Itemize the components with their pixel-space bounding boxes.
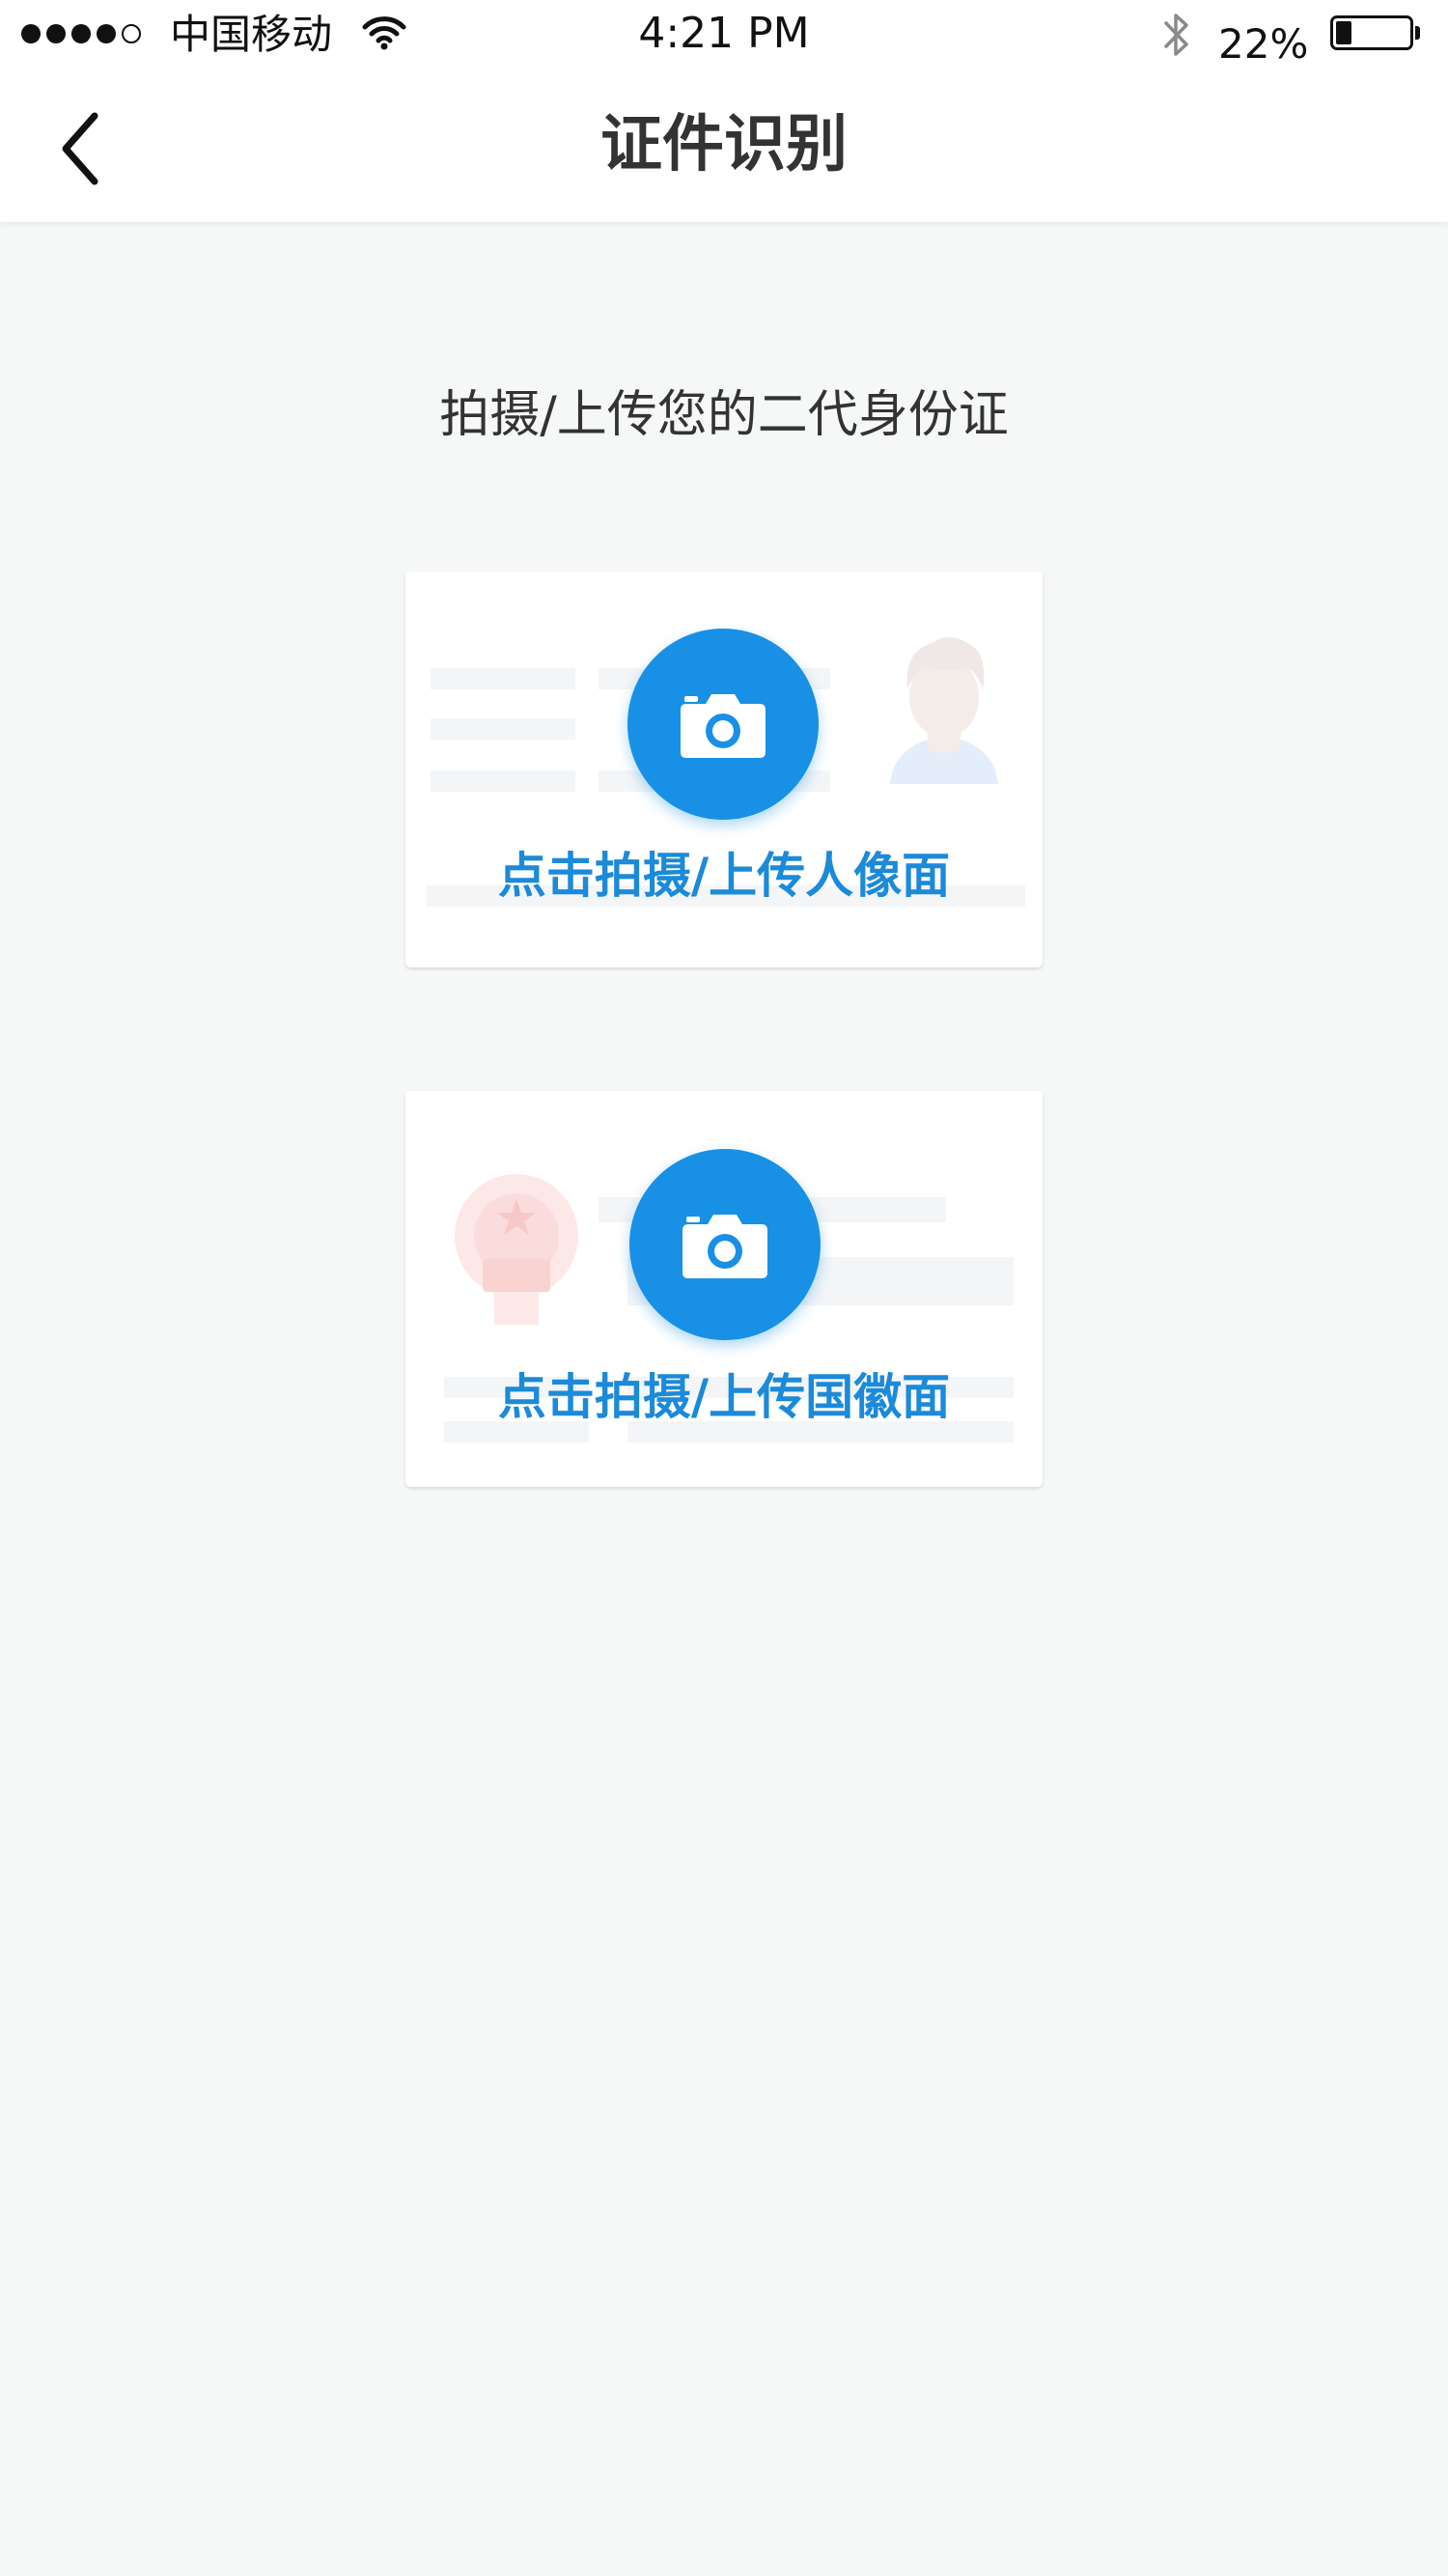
national-emblem-icon [455, 1174, 578, 1325]
instruction-text: 拍摄/上传您的二代身份证 [439, 386, 1009, 444]
portrait-avatar-icon [890, 637, 998, 784]
upload-portrait-label: 点击拍摄/上传人像面 [497, 848, 951, 904]
battery-icon [1330, 15, 1413, 50]
camera-button-portrait[interactable] [627, 629, 819, 820]
navigation-bar: 证件识别 [0, 68, 1448, 222]
battery-percent: 22% [1218, 20, 1309, 68]
upload-emblem-side-card[interactable]: 点击拍摄/上传国徽面 [405, 1091, 1043, 1487]
camera-icon [682, 1215, 767, 1278]
camera-button-emblem[interactable] [629, 1149, 821, 1340]
upload-emblem-label: 点击拍摄/上传国徽面 [497, 1369, 951, 1425]
upload-portrait-side-card[interactable]: 点击拍摄/上传人像面 [405, 572, 1043, 967]
camera-icon [681, 694, 766, 758]
status-bar: 中国移动 4:21 PM 22% [0, 0, 1448, 68]
bluetooth-icon [1160, 10, 1193, 64]
battery-tip [1415, 26, 1420, 40]
page-title: 证件识别 [600, 109, 848, 181]
